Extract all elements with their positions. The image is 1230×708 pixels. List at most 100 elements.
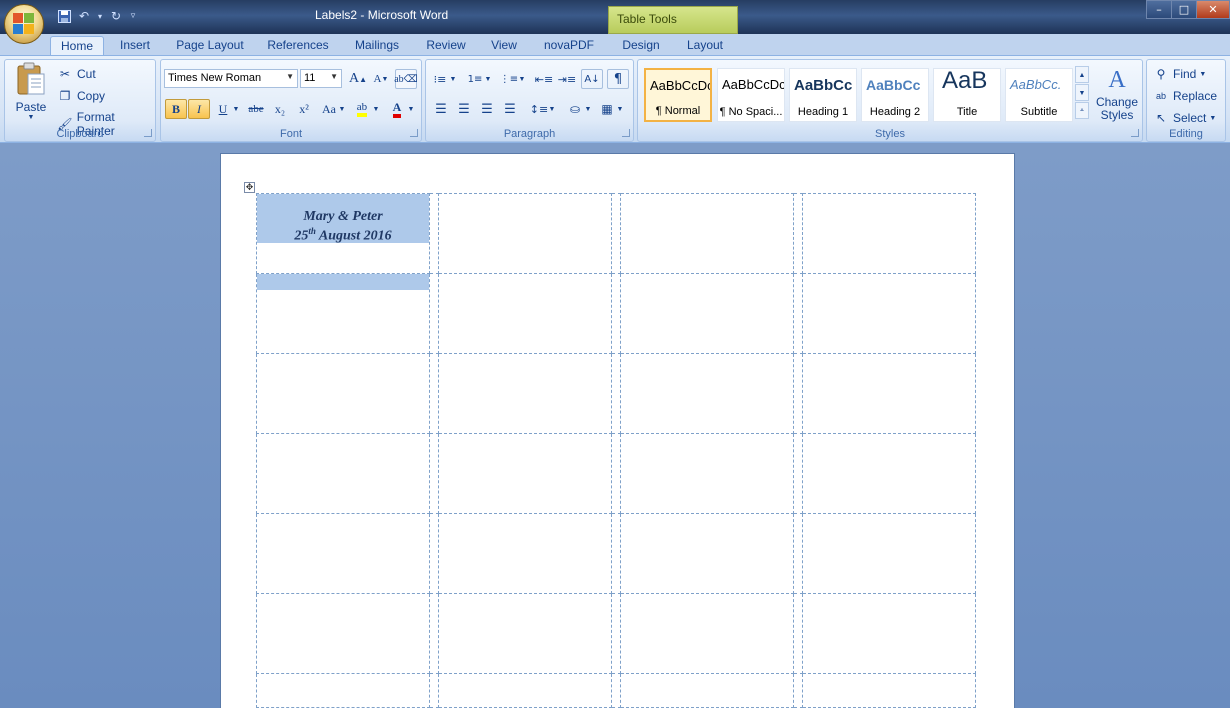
- label-cell[interactable]: [802, 673, 976, 708]
- clipboard-launcher-icon[interactable]: [144, 129, 152, 137]
- find-button[interactable]: ⚲ Find ▼: [1153, 66, 1207, 82]
- change-styles-button[interactable]: A Change Styles: [1093, 64, 1141, 126]
- undo-dropdown-icon[interactable]: ▾: [96, 8, 104, 24]
- label-cell[interactable]: [802, 193, 976, 274]
- editing-group-label: Editing: [1169, 128, 1203, 140]
- undo-icon[interactable]: ↶: [76, 8, 92, 24]
- copy-button[interactable]: ❐ Copy: [57, 88, 105, 104]
- font-size-select[interactable]: 11 ▼: [300, 69, 342, 88]
- label-cell[interactable]: [802, 273, 976, 354]
- paste-button[interactable]: Paste ▼: [11, 62, 51, 122]
- label-cell[interactable]: [438, 193, 612, 274]
- tab-insert[interactable]: Insert: [112, 36, 158, 56]
- grow-font-button[interactable]: A ▲: [347, 69, 369, 89]
- cut-label: Cut: [77, 67, 96, 81]
- line-spacing-dropdown-icon[interactable]: ▼: [547, 99, 557, 119]
- bold-button[interactable]: B: [165, 99, 187, 119]
- increase-indent-button[interactable]: ⇥≡: [556, 69, 578, 89]
- label-cell[interactable]: [802, 513, 976, 594]
- label-cell[interactable]: [620, 673, 794, 708]
- shading-dropdown-icon[interactable]: ▼: [583, 99, 593, 119]
- label-cell[interactable]: [438, 353, 612, 434]
- label-cell[interactable]: [256, 273, 430, 354]
- superscript-button[interactable]: x²: [293, 99, 315, 119]
- font-launcher-icon[interactable]: [410, 129, 418, 137]
- label-cell[interactable]: [802, 353, 976, 434]
- decrease-indent-button[interactable]: ⇤≡: [533, 69, 555, 89]
- style-heading-1[interactable]: AaBbCc Heading 1: [789, 68, 857, 122]
- save-icon[interactable]: [56, 8, 72, 24]
- style-subtitle[interactable]: AaBbCc. Subtitle: [1005, 68, 1073, 122]
- maximize-icon[interactable]: □: [1171, 0, 1197, 19]
- label-cell[interactable]: [802, 433, 976, 514]
- style-normal[interactable]: AaBbCcDc ¶ Normal: [644, 68, 712, 122]
- label-cell[interactable]: [620, 433, 794, 514]
- label-cell[interactable]: [438, 673, 612, 708]
- multilevel-list-dropdown-icon[interactable]: ▼: [517, 69, 527, 89]
- tab-references[interactable]: References: [262, 36, 334, 56]
- style-heading-2[interactable]: AaBbCc Heading 2: [861, 68, 929, 122]
- replace-button[interactable]: ab Replace: [1153, 88, 1217, 104]
- tab-novapdf[interactable]: novaPDF: [538, 36, 600, 56]
- styles-more-icon[interactable]: ⩡: [1075, 102, 1089, 119]
- subscript-button[interactable]: x₂: [269, 99, 291, 119]
- label-cell[interactable]: [802, 593, 976, 674]
- label-cell[interactable]: [438, 513, 612, 594]
- minimize-icon[interactable]: –: [1146, 0, 1172, 19]
- label-cell[interactable]: [620, 513, 794, 594]
- label-cell[interactable]: [256, 673, 430, 708]
- label-cell[interactable]: [256, 353, 430, 434]
- redo-icon[interactable]: ↻: [108, 8, 124, 24]
- tab-view[interactable]: View: [484, 36, 524, 56]
- change-case-dropdown-icon[interactable]: ▼: [337, 99, 347, 119]
- label-cell[interactable]: [256, 513, 430, 594]
- label-cell[interactable]: [620, 593, 794, 674]
- tab-page-layout[interactable]: Page Layout: [172, 36, 248, 56]
- align-right-button[interactable]: ☰: [476, 99, 498, 119]
- styles-launcher-icon[interactable]: [1131, 129, 1139, 137]
- show-hide-button[interactable]: ¶: [607, 69, 629, 89]
- style-no-spacing[interactable]: AaBbCcDc ¶ No Spaci...: [717, 68, 785, 122]
- font-color-dropdown-icon[interactable]: ▼: [406, 99, 416, 119]
- label-cell[interactable]: [620, 273, 794, 354]
- style-title[interactable]: AaB Title: [933, 68, 1001, 122]
- label-cell[interactable]: [256, 593, 430, 674]
- highlight-dropdown-icon[interactable]: ▼: [371, 99, 381, 119]
- highlight-button[interactable]: ab: [351, 99, 373, 119]
- font-family-select[interactable]: Times New Roman ▼: [164, 69, 298, 88]
- numbering-dropdown-icon[interactable]: ▼: [483, 69, 493, 89]
- label-cell[interactable]: [620, 353, 794, 434]
- office-button[interactable]: [4, 4, 44, 44]
- sort-button[interactable]: A↓: [581, 69, 603, 89]
- underline-dropdown-icon[interactable]: ▼: [231, 99, 241, 119]
- tab-home[interactable]: Home: [50, 36, 104, 56]
- align-left-button[interactable]: ☰: [430, 99, 452, 119]
- table-move-handle-icon[interactable]: ✥: [244, 182, 255, 193]
- styles-scroll-up-icon[interactable]: ▲: [1075, 66, 1089, 83]
- shrink-font-button[interactable]: A ▼: [370, 69, 392, 89]
- label-cell[interactable]: Mary & Peter 25th August 2016: [256, 193, 430, 274]
- tab-mailings[interactable]: Mailings: [348, 36, 406, 56]
- align-center-button[interactable]: ☰: [453, 99, 475, 119]
- select-button[interactable]: ↖ Select ▼: [1153, 110, 1216, 126]
- label-cell[interactable]: [620, 193, 794, 274]
- borders-dropdown-icon[interactable]: ▼: [615, 99, 625, 119]
- customize-qat-icon[interactable]: ▿: [128, 8, 138, 24]
- label-cell[interactable]: [256, 433, 430, 514]
- paragraph-launcher-icon[interactable]: [622, 129, 630, 137]
- label-cell[interactable]: [438, 273, 612, 354]
- justify-button[interactable]: ☰: [499, 99, 521, 119]
- label-cell[interactable]: [438, 433, 612, 514]
- clear-formatting-button[interactable]: ab⌫: [394, 69, 418, 89]
- close-icon[interactable]: ✕: [1196, 0, 1230, 19]
- tab-layout[interactable]: Layout: [680, 36, 730, 56]
- bullets-dropdown-icon[interactable]: ▼: [448, 69, 458, 89]
- strikethrough-button[interactable]: abe: [245, 99, 267, 119]
- font-color-button[interactable]: A: [386, 99, 408, 119]
- tab-design[interactable]: Design: [614, 36, 668, 56]
- cut-button[interactable]: ✂ Cut: [57, 66, 96, 82]
- label-cell[interactable]: [438, 593, 612, 674]
- styles-scroll-down-icon[interactable]: ▼: [1075, 84, 1089, 101]
- italic-button[interactable]: I: [188, 99, 210, 119]
- tab-review[interactable]: Review: [420, 36, 472, 56]
